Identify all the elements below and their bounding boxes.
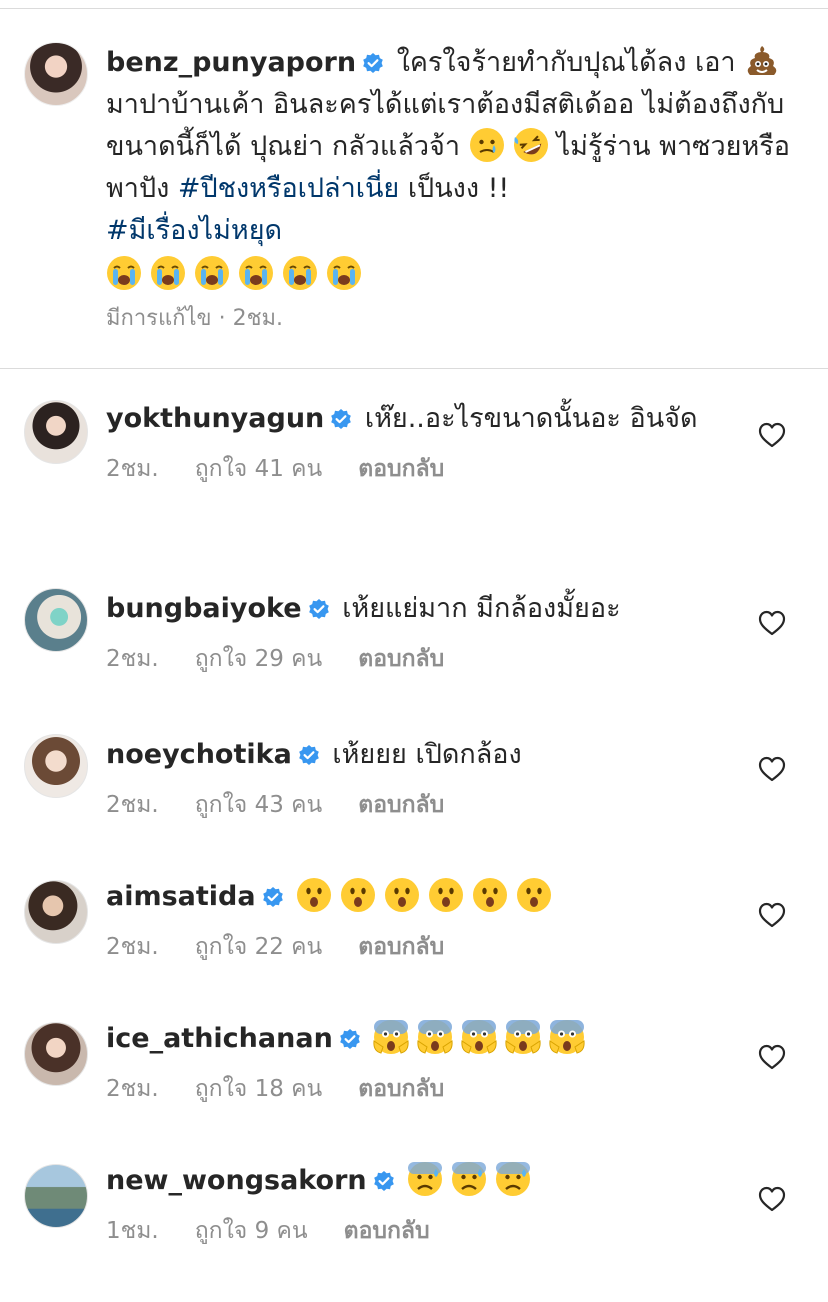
comment-meta: 2ชม. ถูกใจ 43 คน ตอบกลับ: [106, 784, 726, 826]
comment-text: เห๊ย..อะไรขนาดนั้นอะ อินจัด: [364, 403, 698, 434]
tear-smile-emoji-icon: [469, 128, 504, 162]
scream-emoji-icon: [373, 1019, 410, 1055]
comment-meta: 2ชม. ถูกใจ 22 คน ตอบกลับ: [106, 926, 726, 968]
verified-badge-icon: [362, 52, 384, 74]
comment-username[interactable]: bungbaiyoke: [106, 593, 302, 624]
comment-time: 2ชม.: [106, 646, 159, 672]
comment-body: ice_athichanan 2ชม. ถูกใจ 18 คน ตอบกลับ: [106, 1018, 726, 1110]
avatar[interactable]: [24, 42, 88, 106]
crying-emoji-icon: [106, 255, 142, 291]
hashtag-link[interactable]: #มีเรื่องไม่หยุด: [106, 215, 282, 246]
crying-emoji-row: [106, 254, 806, 296]
comment-username[interactable]: new_wongsakorn: [106, 1165, 367, 1196]
anxious-sweat-emoji-icon: [451, 1161, 488, 1197]
reply-button[interactable]: ตอบกลับ: [358, 456, 444, 482]
comment-body: new_wongsakorn 1ชม. ถูกใจ 9 คน ตอบกลับ: [106, 1160, 726, 1252]
like-count[interactable]: ถูกใจ 18 คน: [195, 1076, 323, 1102]
avatar[interactable]: [24, 588, 88, 652]
verified-badge-icon: [338, 1028, 361, 1050]
comment-username[interactable]: ice_athichanan: [106, 1023, 333, 1054]
surprised-emoji-icon: [297, 878, 332, 912]
crying-emoji-icon: [326, 255, 362, 291]
like-count[interactable]: ถูกใจ 9 คน: [195, 1218, 308, 1244]
verified-badge-icon: [372, 1170, 395, 1192]
caption-meta: มีการแก้ไข · 2ชม.: [106, 306, 283, 331]
anxious-sweat-emoji-icon: [495, 1161, 532, 1197]
scream-emoji-icon: [461, 1019, 498, 1055]
heart-icon[interactable]: [758, 1186, 786, 1212]
comment-body: aimsatida 2ชม. ถูกใจ 22 คน ตอบกลับ: [106, 876, 726, 968]
surprised-emoji-icon: [517, 878, 552, 912]
avatar[interactable]: [24, 1022, 88, 1086]
scream-emoji-icon: [505, 1019, 542, 1055]
anxious-sweat-emoji-icon: [407, 1161, 444, 1197]
comment-time: 2ชม.: [106, 934, 159, 960]
top-divider: [0, 8, 828, 9]
comment-body: bungbaiyoke เห้ยแย่มาก มีกล้องมั้ยอะ 2ชม…: [106, 588, 726, 680]
comment-username[interactable]: aimsatida: [106, 881, 256, 912]
comment-meta: 2ชม. ถูกใจ 18 คน ตอบกลับ: [106, 1068, 726, 1110]
rofl-emoji-icon: [513, 128, 548, 162]
like-count[interactable]: ถูกใจ 43 คน: [195, 792, 323, 818]
caption-text: ใครใจร้ายทำกับปุณได้ลง เอา: [396, 47, 736, 78]
avatar[interactable]: [24, 400, 88, 464]
avatar[interactable]: [24, 734, 88, 798]
comment-username[interactable]: yokthunyagun: [106, 403, 324, 434]
crying-emoji-icon: [238, 255, 274, 291]
comment-body: noeychotika เห้ยยย เปิดกล้อง 2ชม. ถูกใจ 4…: [106, 734, 726, 826]
comment-time: 2ชม.: [106, 456, 159, 482]
surprised-emoji-icon: [429, 878, 464, 912]
heart-icon[interactable]: [758, 1044, 786, 1070]
hashtag-link[interactable]: #ปีชงหรือเปล่าเนี่ย: [178, 173, 399, 204]
comment-text: เห้ยแย่มาก มีกล้องมั้ยอะ: [342, 593, 621, 624]
comment-time: 1ชม.: [106, 1218, 159, 1244]
surprised-emoji-icon: [341, 878, 376, 912]
caption-text: เป็นงง !!: [399, 173, 510, 204]
heart-icon[interactable]: [758, 902, 786, 928]
scream-emoji-icon: [549, 1019, 586, 1055]
heart-icon[interactable]: [758, 422, 786, 448]
caption-divider: [0, 368, 828, 369]
avatar[interactable]: [24, 880, 88, 944]
like-count[interactable]: ถูกใจ 22 คน: [195, 934, 323, 960]
comment-time: 2ชม.: [106, 1076, 159, 1102]
surprised-emoji-icon: [385, 878, 420, 912]
reply-button[interactable]: ตอบกลับ: [358, 646, 444, 672]
verified-badge-icon: [307, 598, 330, 620]
comment-meta: 1ชม. ถูกใจ 9 คน ตอบกลับ: [106, 1210, 726, 1252]
reply-button[interactable]: ตอบกลับ: [358, 1076, 444, 1102]
verified-badge-icon: [261, 886, 284, 908]
surprised-emoji-icon: [473, 878, 508, 912]
crying-emoji-icon: [282, 255, 318, 291]
comment-body: yokthunyagun เห๊ย..อะไรขนาดนั้นอะ อินจัด…: [106, 398, 726, 490]
like-count[interactable]: ถูกใจ 41 คน: [195, 456, 323, 482]
scream-emoji-icon: [417, 1019, 454, 1055]
like-count[interactable]: ถูกใจ 29 คน: [195, 646, 323, 672]
reply-button[interactable]: ตอบกลับ: [344, 1218, 430, 1244]
verified-badge-icon: [297, 744, 320, 766]
heart-icon[interactable]: [758, 610, 786, 636]
comment-meta: 2ชม. ถูกใจ 29 คน ตอบกลับ: [106, 638, 726, 680]
avatar[interactable]: [24, 1164, 88, 1228]
crying-emoji-icon: [150, 255, 186, 291]
comment-meta: 2ชม. ถูกใจ 41 คน ตอบกลับ: [106, 448, 726, 490]
caption-body: benz_punyaporn ใครใจร้ายทำกับปุณได้ลง เอ…: [106, 42, 806, 334]
post-caption: benz_punyaporn ใครใจร้ายทำกับปุณได้ลง เอ…: [0, 30, 828, 368]
reply-button[interactable]: ตอบกลับ: [358, 934, 444, 960]
reply-button[interactable]: ตอบกลับ: [358, 792, 444, 818]
comment-time: 2ชม.: [106, 792, 159, 818]
heart-icon[interactable]: [758, 756, 786, 782]
comment-username[interactable]: noeychotika: [106, 739, 292, 770]
comment-text: เห้ยยย เปิดกล้อง: [332, 739, 522, 770]
crying-emoji-icon: [194, 255, 230, 291]
poop-emoji-icon: [747, 46, 777, 75]
verified-badge-icon: [330, 408, 353, 430]
caption-username[interactable]: benz_punyaporn: [106, 47, 356, 78]
